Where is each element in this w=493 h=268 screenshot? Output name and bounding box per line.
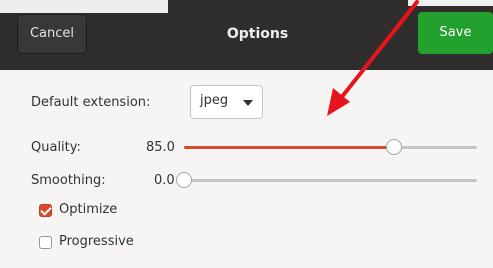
background-scrap [0, 0, 168, 13]
extension-dropdown[interactable]: jpeg [190, 85, 263, 119]
progressive-checkbox[interactable] [39, 236, 52, 249]
progressive-label: Progressive [59, 234, 134, 249]
quality-slider-fill [184, 146, 394, 149]
extension-dropdown-value: jpeg [200, 93, 229, 108]
smoothing-value: 0.0 [154, 173, 175, 188]
save-button[interactable]: Save [418, 12, 493, 54]
dialog-title: Options [226, 26, 289, 42]
cancel-button[interactable]: Cancel [17, 14, 87, 54]
smoothing-slider-handle[interactable] [176, 172, 192, 188]
options-content: Default extension: jpeg Quality: 85.0 Sm… [0, 70, 493, 268]
options-dialog: Cancel Options Save Default extension: j… [0, 0, 493, 268]
quality-label: Quality: [31, 140, 81, 155]
smoothing-label: Smoothing: [31, 173, 106, 188]
default-extension-label: Default extension: [31, 95, 151, 110]
background-scrap-right [408, 0, 493, 6]
quality-slider[interactable] [184, 146, 477, 149]
optimize-label: Optimize [59, 202, 118, 217]
quality-value: 85.0 [146, 140, 175, 155]
chevron-down-icon [243, 100, 253, 106]
quality-slider-handle[interactable] [385, 139, 402, 155]
optimize-checkbox[interactable] [39, 204, 52, 217]
smoothing-slider[interactable] [184, 179, 477, 182]
header-bar: Cancel Options Save [0, 0, 493, 70]
